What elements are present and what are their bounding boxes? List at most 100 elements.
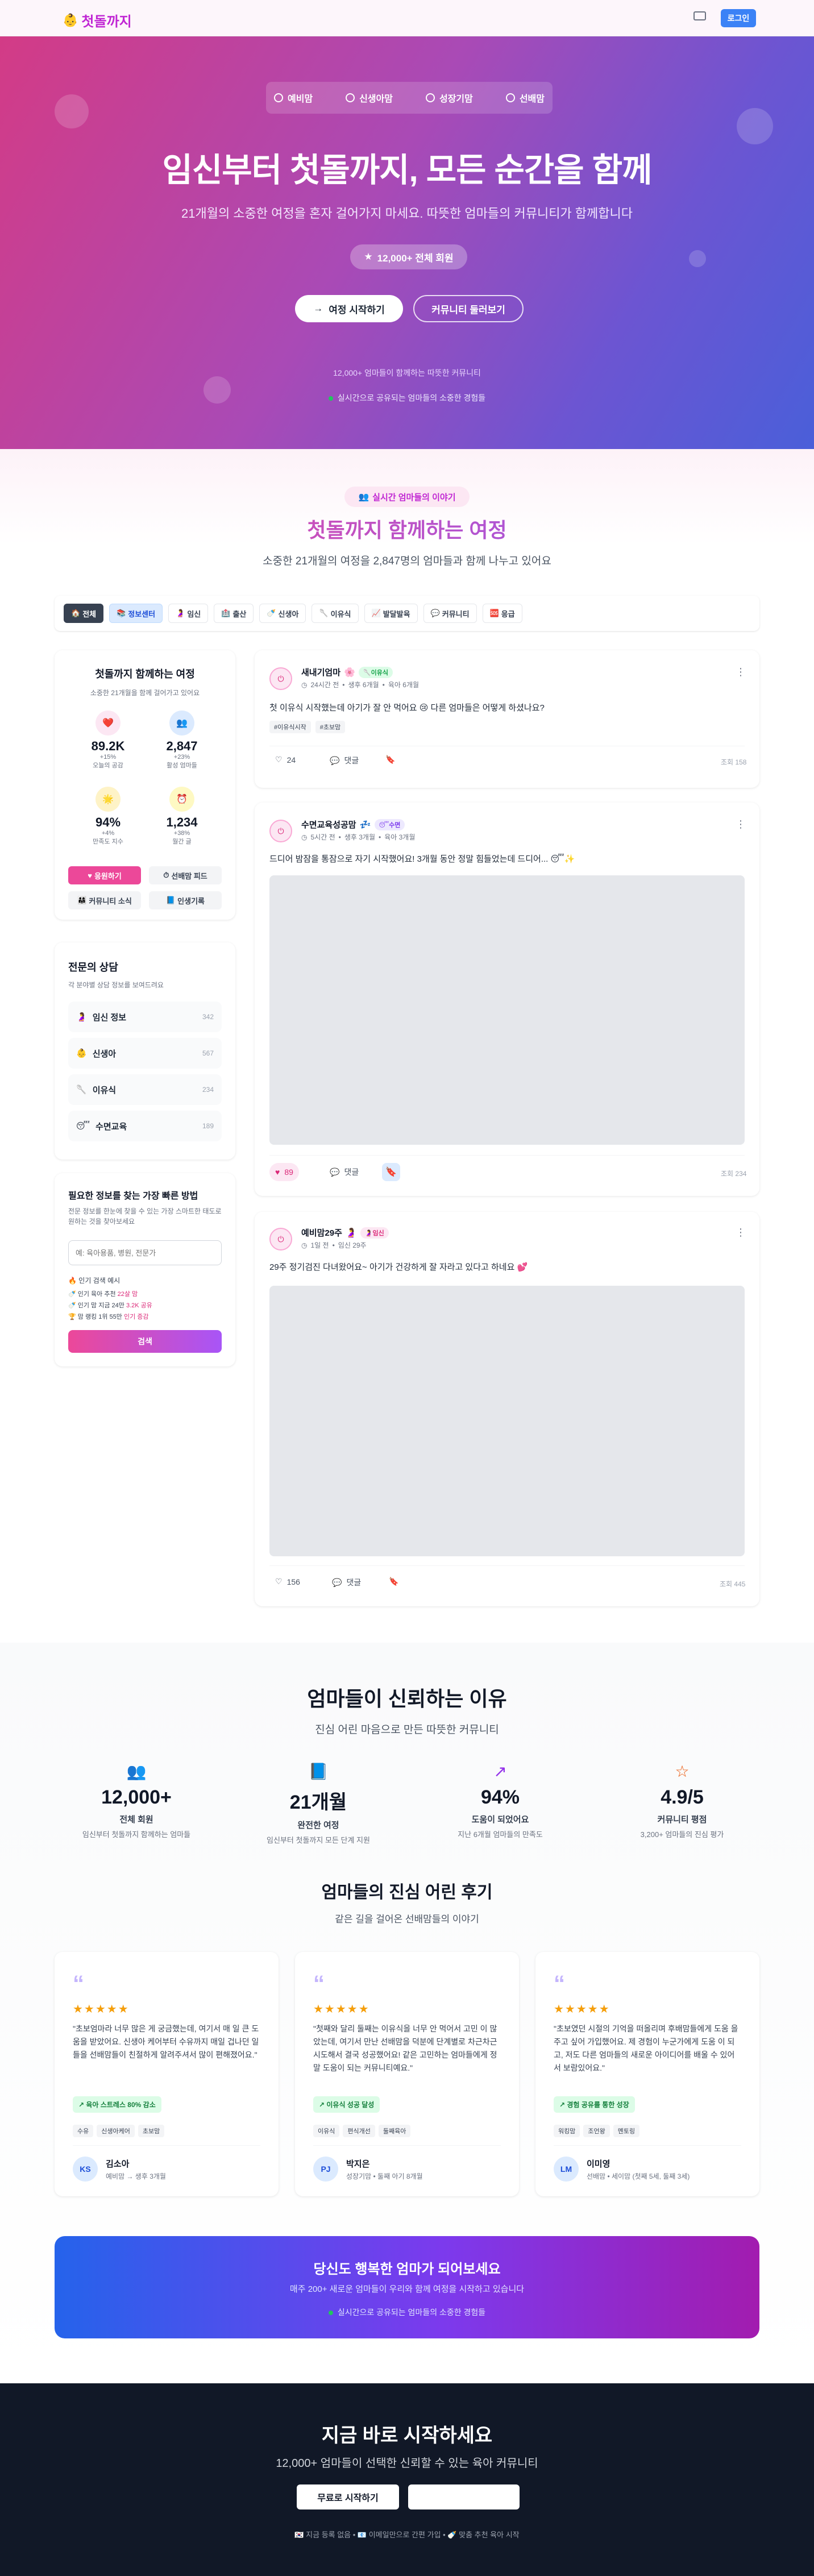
post-body: 첫 이유식 시작했는데 아기가 잘 안 먹어요 😢 다른 엄마들은 어떻게 하셨… — [269, 703, 545, 713]
post-meta: ◷ 24시간 전 • 생후 6개월 • 육아 6개월 — [301, 680, 419, 689]
trending-icon: ↗ — [559, 2101, 567, 2109]
expert-item-pregnancy[interactable]: 🤰 임신 정보 342 — [68, 1002, 222, 1032]
like-button[interactable]: ♡ 24 — [275, 755, 296, 765]
heart-icon: ♥ — [88, 871, 92, 880]
category-tab-emergency[interactable]: 🆘 응급 — [482, 604, 522, 623]
hero-section: 예비맘 신생아맘 성장기맘 선배맘 임신부터 첫돌까지, 모든 순간을 함께 2… — [0, 36, 814, 449]
post-views: 조회 445 — [720, 1580, 746, 1588]
cta-title: 당신도 행복한 엄마가 되어보세요 — [313, 2262, 501, 2277]
review-text: "초보엄마라 너무 많은 게 궁금했는데, 여기서 매 일 큰 도움을 받았어요… — [73, 2024, 259, 2059]
secondary-button[interactable] — [408, 2484, 520, 2509]
free-start-button[interactable]: 무료로 시작하기 — [297, 2484, 399, 2509]
expert-item-babyfood[interactable]: 🥄 이유식 234 — [68, 1074, 222, 1105]
comment-button[interactable]: 💬 댓글 — [330, 1166, 359, 1178]
search-button[interactable]: 검색 — [68, 1330, 222, 1353]
stat-delta: +38% — [173, 830, 190, 837]
expert-item-newborn[interactable]: 👶 신생아 567 — [68, 1038, 222, 1069]
category-tab-info[interactable]: 📚 정보센터 — [109, 604, 163, 623]
bottle-icon: 🍼 — [68, 1291, 76, 1298]
comment-button[interactable]: 💬 댓글 — [332, 1577, 361, 1588]
review-tag: 둘째육아 — [378, 2125, 411, 2137]
trending-icon: ↗ — [493, 1763, 507, 1780]
avatar: ⏻ — [269, 820, 292, 842]
post-author[interactable]: 예비맘29주 — [301, 1227, 342, 1239]
power-icon: ⏻ — [277, 674, 284, 683]
category-tab-pregnancy[interactable]: 🤰 임신 — [168, 604, 209, 623]
bookmark-icon[interactable]: 🔖 — [382, 1163, 400, 1181]
sleep-icon: 😴 — [379, 821, 389, 829]
more-options-icon[interactable]: ⋮ — [736, 666, 746, 678]
hero-nav-newborn[interactable]: 신생아맘 — [346, 91, 393, 105]
book-icon: 📘 — [308, 1763, 329, 1780]
divider — [269, 1565, 745, 1566]
reviewer-info: 선배맘 • 세이맘 (첫째 5세, 둘째 3세) — [587, 2172, 690, 2180]
post-card[interactable]: ⏻ 수면교육성공맘 💤 😴수면 ◷ 5시간 전 • 생후 3개월 • 육아 3개월 ⋮ 드… — [255, 803, 759, 1196]
hero-nav-label: 예비맘 — [288, 94, 313, 104]
comment-icon: 💬 — [332, 1577, 342, 1587]
senior-feed-button[interactable]: ⏱ 선배맘 피드 — [149, 866, 222, 884]
like-button[interactable]: ♥ 89 — [269, 1163, 299, 1181]
cheer-button[interactable]: ♥ 응원하기 — [68, 866, 141, 884]
hero-nav-senior[interactable]: 선배맘 — [505, 91, 545, 105]
category-tab-birth[interactable]: 🏥 출산 — [214, 604, 254, 623]
hashtag[interactable]: #초보맘 — [315, 721, 346, 733]
logo[interactable]: 👶 첫돌까지 — [63, 10, 132, 30]
search-example[interactable]: 🍼 인기 육아 추천 22살 맘 — [68, 1289, 138, 1298]
monitor-icon[interactable] — [693, 11, 706, 20]
trust-stat-sub: 3,200+ 엄마들의 진심 평가 — [640, 1830, 724, 1839]
logo-text: 첫돌까지 — [81, 14, 132, 30]
login-button[interactable]: 로그인 — [721, 9, 756, 27]
bookmark-icon[interactable]: 🔖 — [385, 755, 395, 765]
post-image[interactable] — [269, 1286, 745, 1556]
life-record-button[interactable]: 📘 인생기록 — [149, 891, 222, 909]
search-example[interactable]: 🍼 인기 맘 지금 24만 3.2K 공유 — [68, 1301, 152, 1310]
search-example[interactable]: 🏆 맘 랭킹 1위 55만 인기 증감 — [68, 1312, 149, 1321]
start-journey-button[interactable]: → 여정 시작하기 — [295, 295, 403, 322]
example-text: 맘 랭킹 1위 55만 — [77, 1314, 122, 1320]
stat-delta: +23% — [173, 754, 190, 761]
journey-title: 첫돌까지 함께하는 여정 — [0, 514, 814, 543]
browse-community-button[interactable]: 커뮤니티 둘러보기 — [413, 295, 524, 322]
more-options-icon[interactable]: ⋮ — [736, 818, 746, 830]
search-input[interactable] — [68, 1240, 222, 1265]
author-emoji: 🌸 — [344, 667, 355, 678]
expert-item-sleep[interactable]: 😴 수면교육 189 — [68, 1111, 222, 1141]
stat-delta: +4% — [101, 830, 115, 837]
category-tab-babyfood[interactable]: 🥄 이유식 — [312, 604, 359, 623]
separator: • — [338, 833, 341, 841]
post-author[interactable]: 새내기엄마 — [301, 666, 340, 678]
trust-title: 엄마들이 신뢰하는 이유 — [307, 1687, 507, 1710]
review-tag: 신생아케어 — [97, 2125, 135, 2137]
heart-icon — [274, 93, 283, 102]
live-dot-icon — [328, 396, 333, 401]
post-card[interactable]: ⏻ 예비맘29주 🤰 🤰임신 ◷ 1일 전 • 임신 29주 ⋮ 29주 정기검진 다… — [255, 1212, 759, 1606]
post-author-row: 새내기엄마 🌸 🥄이유식 — [301, 666, 393, 678]
family-icon: 👨‍👩‍👧 — [77, 896, 87, 904]
like-button[interactable]: ♡ 156 — [275, 1577, 300, 1586]
category-tab-community[interactable]: 💬 커뮤니티 — [423, 604, 477, 623]
expert-item-label-wrap: 😴 수면교육 — [76, 1120, 127, 1132]
post-card[interactable]: ⏻ 새내기엄마 🌸 🥄이유식 ◷ 24시간 전 • 생후 6개월 • 육아 6개월 ⋮ 첫… — [255, 650, 759, 788]
category-tab-all[interactable]: 🏠 전체 — [64, 604, 104, 623]
quick-search-card: 필요한 정보를 찾는 가장 빠른 방법 전문 정보를 한눈에 찾을 수 있는 가… — [55, 1173, 235, 1366]
expert-item-count: 567 — [202, 1049, 214, 1057]
hero-nav-growth[interactable]: 성장기맘 — [425, 91, 473, 105]
post-group: 육아 6개월 — [388, 681, 420, 689]
category-tab-newborn[interactable]: 🍼 신생아 — [259, 604, 306, 623]
community-news-button[interactable]: 👨‍👩‍👧 커뮤니티 소식 — [68, 891, 141, 909]
post-author[interactable]: 수면교육성공맘 — [301, 818, 356, 830]
bookmark-icon[interactable]: 🔖 — [389, 1577, 398, 1586]
more-options-icon[interactable]: ⋮ — [736, 1227, 746, 1239]
journey-subtitle: 소중한 21개월의 여정을 2,847명의 엄마들과 함께 나누고 있어요 — [263, 555, 551, 567]
stat-label: 만족도 지수 — [93, 838, 123, 845]
category-tab-development[interactable]: 📈 발달발육 — [364, 604, 418, 623]
pregnant-icon: 🤰 — [364, 1229, 373, 1237]
hero-nav-expecting[interactable]: 예비맘 — [274, 91, 313, 105]
expert-card-subtitle: 각 분야별 상담 정보를 보여드려요 — [68, 981, 164, 989]
comment-button[interactable]: 💬 댓글 — [330, 755, 359, 766]
spoon-icon: 🥄 — [76, 1085, 87, 1095]
cta-banner: 당신도 행복한 엄마가 되어보세요 매주 200+ 새로운 엄마들이 우리와 함… — [55, 2236, 759, 2338]
footer-notes: 🇰🇷 지금 등록 없음 • 📧 이메일만으로 간편 가입 • 🍼 맞춤 추천 육… — [294, 2531, 520, 2539]
hashtag[interactable]: #이유식시작 — [269, 721, 311, 733]
post-image[interactable] — [269, 875, 745, 1145]
